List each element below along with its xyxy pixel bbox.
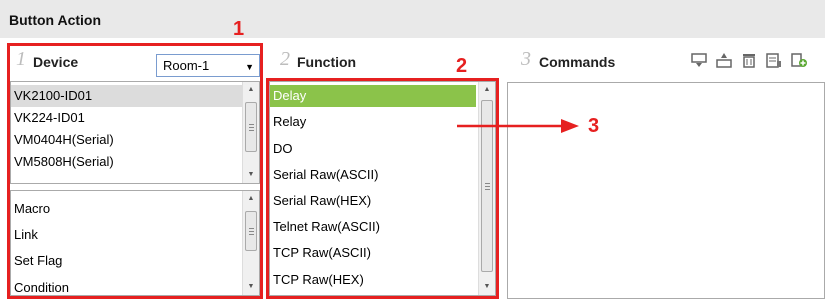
commands-step-number: 3	[521, 48, 531, 70]
annotation-number-1: 1	[233, 18, 245, 40]
annotation-box-device	[7, 43, 263, 299]
move-up-icon[interactable]	[716, 52, 732, 68]
annotation-arrow	[457, 119, 579, 133]
annotation-number-3: 3	[588, 115, 600, 137]
function-label: Function	[297, 54, 357, 70]
move-down-icon[interactable]	[691, 52, 707, 68]
commands-list[interactable]	[507, 82, 825, 299]
title-bar: Button Action	[0, 0, 825, 38]
annotation-number-2: 2	[456, 55, 468, 77]
edit-icon[interactable]	[766, 52, 782, 68]
delete-icon[interactable]	[741, 52, 757, 68]
add-icon[interactable]	[791, 52, 807, 68]
commands-label: Commands	[539, 54, 616, 70]
page-title: Button Action	[9, 12, 102, 28]
annotation-box-function	[266, 78, 499, 299]
function-step-number: 2	[280, 48, 290, 70]
